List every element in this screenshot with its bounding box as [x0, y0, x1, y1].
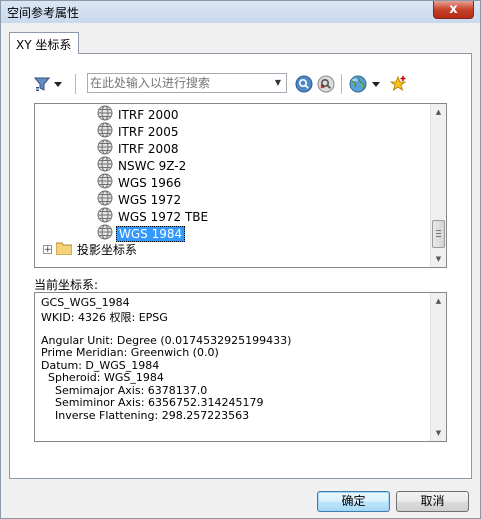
filter-dropdown-arrow-icon[interactable] — [51, 73, 65, 95]
detail-line: Semiminor Axis: 6356752.314245179 — [41, 396, 264, 409]
tree-item-label: ITRF 2005 — [118, 124, 179, 139]
search-dropdown-arrow-icon[interactable]: ▼ — [270, 74, 286, 92]
detail-line: WKID: 4326 权限: EPSG — [41, 310, 168, 324]
tree-item[interactable]: ITRF 2005 — [97, 122, 180, 140]
detail-line: Prime Meridian: Greenwich (0.0) — [41, 346, 219, 359]
window-title: 空间参考属性 — [7, 6, 80, 20]
folder-icon — [55, 241, 73, 258]
tree-item-label: ITRF 2008 — [118, 141, 179, 156]
close-button[interactable]: x — [433, 1, 474, 19]
clear-search-icon[interactable] — [315, 73, 337, 95]
globe-icon[interactable] — [347, 73, 369, 95]
tree-item-label: WGS 1966 — [118, 175, 182, 190]
toolbar-separator — [341, 74, 342, 94]
tree-folder-projected[interactable]: + 投影坐标系 — [43, 241, 139, 258]
tree-item-label: WGS 1972 — [118, 192, 182, 207]
scroll-up-arrow-icon[interactable]: ▲ — [431, 104, 446, 120]
tree-item-label: ITRF 2000 — [118, 107, 179, 122]
detail-line: Spheroid: WGS_1984 — [41, 371, 164, 384]
scroll-down-arrow-icon[interactable]: ▼ — [431, 425, 446, 441]
search-combobox[interactable]: ▼ — [87, 73, 287, 93]
folder-label: 投影坐标系 — [77, 243, 138, 257]
detail-line: Datum: D_WGS_1984 — [41, 358, 160, 372]
tree-item-label: WGS 1984 — [116, 225, 186, 242]
tree-item[interactable]: WGS 1972 TBE — [97, 207, 210, 225]
dialog-window: 空间参考属性 x XY 坐标系 ▼ — [0, 0, 481, 519]
current-coordinate-system-label: 当前坐标系: — [34, 278, 99, 292]
details-scrollbar[interactable]: ▲ ▼ — [430, 293, 446, 441]
cancel-button-label: 取消 — [420, 494, 445, 508]
filter-icon[interactable] — [31, 73, 53, 95]
toolbar: ▼ — [31, 73, 451, 95]
scroll-thumb[interactable] — [432, 220, 445, 248]
tree-scrollbar[interactable]: ▲ ▼ — [430, 104, 446, 267]
search-input[interactable] — [90, 75, 268, 91]
cancel-button[interactable]: 取消 — [396, 491, 469, 512]
ok-button-label: 确定 — [341, 494, 366, 508]
search-icon[interactable] — [293, 73, 315, 95]
expand-icon[interactable]: + — [43, 245, 52, 255]
tree-item[interactable]: WGS 1966 — [97, 173, 183, 191]
scroll-down-arrow-icon[interactable]: ▼ — [431, 251, 446, 267]
tree-item-label: WGS 1972 TBE — [118, 209, 209, 224]
coordinate-system-details[interactable]: GCS_WGS_1984 WKID: 4326 权限: EPSG Angular U… — [34, 292, 447, 442]
coordinate-system-tree[interactable]: ITRF 2000 ITRF 2005 ITRF 2008 NSWC 9Z-2 WGS … — [34, 103, 447, 268]
tree-item[interactable]: NSWC 9Z-2 — [97, 156, 188, 174]
scroll-up-arrow-icon[interactable]: ▲ — [431, 293, 446, 309]
tree-item[interactable]: ITRF 2000 — [97, 105, 180, 123]
globe-dropdown-arrow-icon[interactable] — [369, 73, 383, 95]
detail-line: GCS_WGS_1984 — [41, 296, 130, 309]
close-icon: x — [449, 2, 458, 17]
tab-xy-coordinate-system[interactable]: XY 坐标系 — [9, 32, 79, 54]
detail-line: Inverse Flattening: 298.257223563 — [41, 408, 250, 422]
detail-line: Semimajor Axis: 6378137.0 — [41, 383, 208, 397]
toolbar-separator — [75, 74, 76, 94]
tree-item[interactable]: ITRF 2008 — [97, 139, 180, 157]
tab-label: XY 坐标系 — [16, 38, 72, 52]
tree-item[interactable]: WGS 1984 — [97, 224, 186, 242]
add-favorite-icon[interactable] — [387, 73, 409, 95]
detail-line: Angular Unit: Degree (0.0174532925199433… — [41, 333, 292, 347]
ok-button[interactable]: 确定 — [317, 491, 390, 512]
title-bar[interactable]: 空间参考属性 x — [1, 1, 480, 23]
tree-item[interactable]: WGS 1972 — [97, 190, 183, 208]
tree-item-label: NSWC 9Z-2 — [118, 158, 187, 173]
